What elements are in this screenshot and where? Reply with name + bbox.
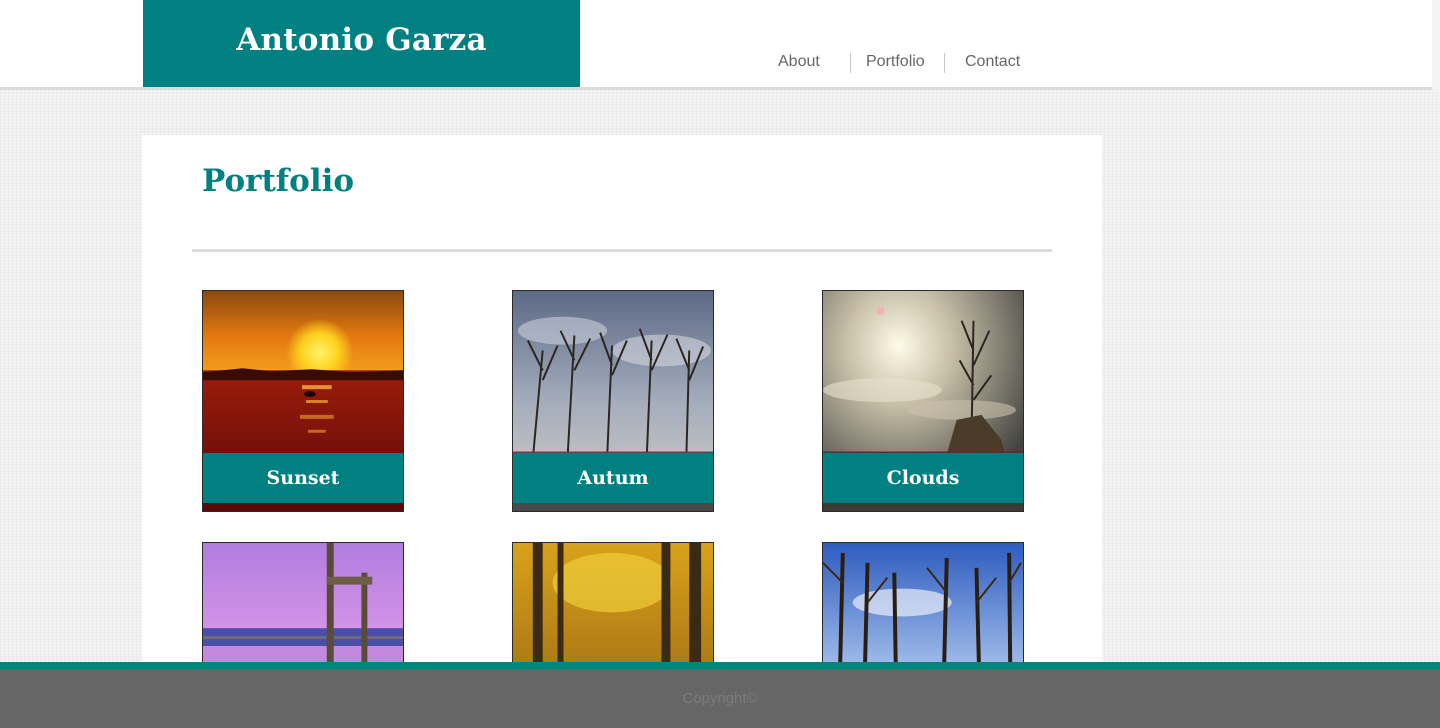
- page-title: Portfolio: [202, 163, 355, 199]
- portfolio-item-sunset[interactable]: Sunset: [202, 290, 404, 512]
- nav-link-portfolio[interactable]: Portfolio: [866, 52, 925, 72]
- header-edge: [1432, 0, 1440, 90]
- site-footer: Copyright©: [0, 669, 1440, 728]
- portfolio-item-autum[interactable]: Autum: [512, 290, 714, 512]
- portfolio-item-clouds[interactable]: Clouds: [822, 290, 1024, 512]
- site-logo[interactable]: Antonio Garza: [143, 0, 580, 87]
- portfolio-item-caption: Autum: [513, 453, 713, 503]
- nav-link-about[interactable]: About: [778, 52, 820, 72]
- site-header: Antonio Garza About Portfolio Contact: [0, 0, 1432, 90]
- title-divider: [192, 249, 1052, 252]
- portfolio-item-caption: Sunset: [203, 453, 403, 503]
- main-content: Portfolio Sunset Autum Clouds: [142, 135, 1102, 728]
- footer-accent-bar: [0, 662, 1440, 669]
- nav-link-contact[interactable]: Contact: [965, 52, 1020, 72]
- copyright-text: Copyright©: [682, 690, 758, 707]
- brand-name: Antonio Garza: [236, 21, 487, 58]
- nav-separator: [850, 53, 851, 73]
- portfolio-item-caption: Clouds: [823, 453, 1023, 503]
- nav-separator: [944, 53, 945, 73]
